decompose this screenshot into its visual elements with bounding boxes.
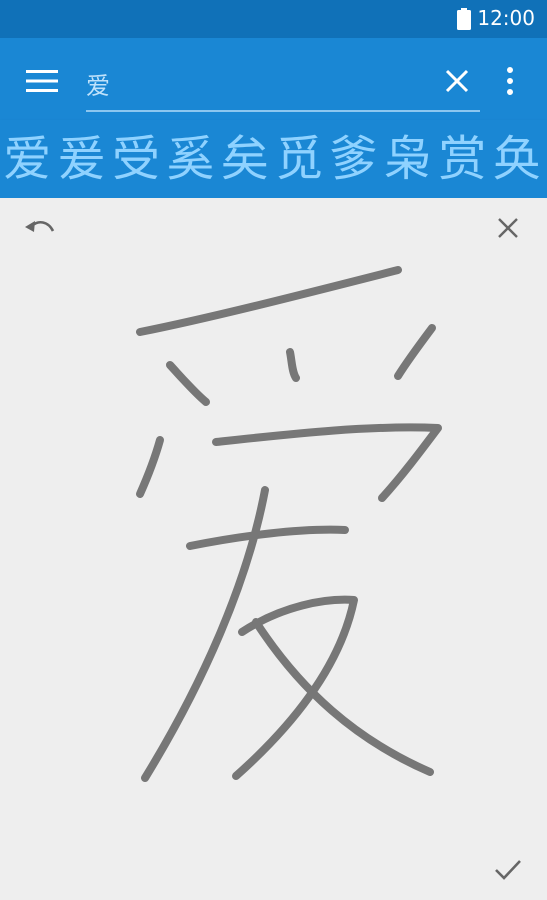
- candidate-item[interactable]: 赏: [435, 120, 489, 198]
- candidate-item[interactable]: 爹: [326, 120, 380, 198]
- close-icon[interactable]: [444, 68, 470, 94]
- ink-stroke: [136, 266, 402, 336]
- search-input[interactable]: 爱: [86, 62, 480, 112]
- ink-stroke: [232, 595, 358, 780]
- candidate-item[interactable]: 受: [109, 120, 163, 198]
- battery-full-icon: [457, 8, 471, 30]
- handwriting-strokes: [136, 266, 442, 782]
- candidate-item[interactable]: 奚: [163, 120, 217, 198]
- check-icon[interactable]: [494, 858, 522, 882]
- ink-stroke: [166, 361, 210, 406]
- candidate-item[interactable]: 枭: [381, 120, 435, 198]
- candidate-item[interactable]: 矣: [218, 120, 272, 198]
- candidate-item[interactable]: 爰: [54, 120, 108, 198]
- candidate-item[interactable]: 奂: [490, 120, 544, 198]
- hamburger-menu-icon[interactable]: [26, 70, 58, 92]
- more-vert-icon[interactable]: [500, 66, 520, 96]
- ink-stroke: [286, 348, 300, 382]
- ink-stroke: [186, 525, 349, 550]
- candidate-item[interactable]: 觅: [272, 120, 326, 198]
- candidate-bar: 爱爰受奚矣觅爹枭赏奂: [0, 120, 547, 198]
- ink-stroke: [394, 324, 436, 380]
- search-input-text: 爱: [86, 72, 110, 100]
- candidate-item[interactable]: 爱: [0, 120, 54, 198]
- ink-stroke: [136, 436, 164, 498]
- ink-stroke: [212, 423, 442, 502]
- status-time: 12:00: [477, 6, 535, 30]
- status-bar: 12:00: [0, 0, 547, 38]
